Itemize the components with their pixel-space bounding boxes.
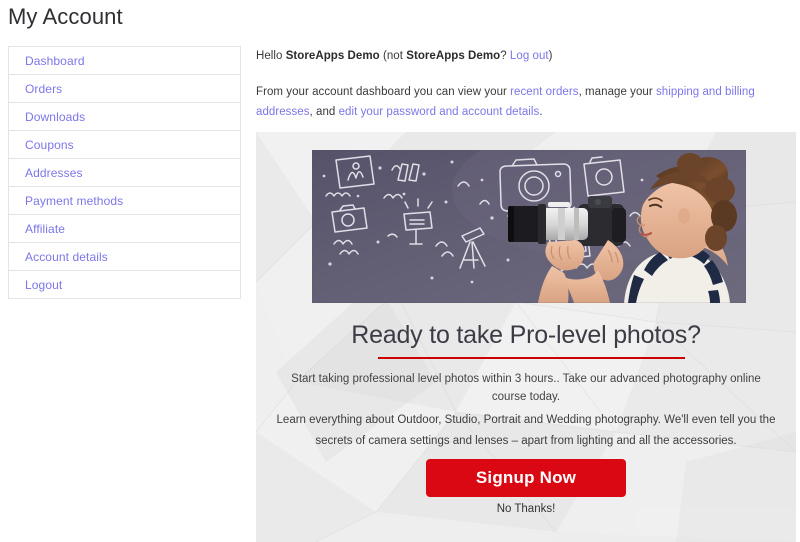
sidebar-item-payment-methods[interactable]: Payment methods	[9, 187, 240, 215]
sidebar-link-affiliate[interactable]: Affiliate	[9, 215, 65, 243]
headline-underline-rule	[378, 357, 685, 359]
photographer-illustration	[312, 150, 746, 303]
greeting-user-name: StoreApps Demo	[285, 50, 380, 62]
log-out-link[interactable]: Log out	[510, 50, 549, 62]
sidebar-link-downloads[interactable]: Downloads	[9, 103, 85, 131]
intro-part-3: , and	[309, 106, 339, 118]
promo-body-text: Learn everything about Outdoor, Studio, …	[276, 414, 776, 447]
page-title: My Account	[8, 4, 123, 29]
edit-password-account-details-link[interactable]: edit your password and account details	[339, 106, 540, 118]
account-page: My Account Dashboard Orders Downloads Co…	[0, 0, 800, 542]
greeting-question: ?	[500, 50, 510, 62]
promo-content: Ready to take Pro-level photos? Start ta…	[256, 132, 796, 542]
sidebar-link-coupons[interactable]: Coupons	[9, 131, 74, 159]
greeting-not-prefix: (not	[379, 50, 407, 62]
greeting-not-user-name: StoreApps Demo	[406, 50, 501, 62]
sidebar-link-addresses[interactable]: Addresses	[9, 159, 83, 187]
account-navigation: Dashboard Orders Downloads Coupons Addre…	[8, 46, 241, 299]
sidebar-item-logout[interactable]: Logout	[9, 271, 240, 299]
sidebar-item-addresses[interactable]: Addresses	[9, 159, 240, 187]
account-content: Hello StoreApps Demo (not StoreApps Demo…	[256, 46, 796, 122]
intro-part-4: .	[539, 106, 543, 118]
intro-part-2: , manage your	[578, 86, 656, 98]
intro-text: From your account dashboard you can view…	[256, 82, 796, 122]
greeting-text: Hello StoreApps Demo (not StoreApps Demo…	[256, 46, 796, 66]
promo-hero-photo	[312, 150, 746, 303]
signup-now-button[interactable]: Signup Now	[426, 459, 626, 497]
sidebar-item-orders[interactable]: Orders	[9, 75, 240, 103]
intro-part-1: From your account dashboard you can view…	[256, 86, 511, 98]
sidebar-link-orders[interactable]: Orders	[9, 75, 62, 103]
greeting-hello: Hello	[256, 50, 286, 62]
sidebar-item-dashboard[interactable]: Dashboard	[9, 47, 240, 75]
no-thanks-link[interactable]: No Thanks!	[256, 503, 796, 515]
sidebar-item-coupons[interactable]: Coupons	[9, 131, 240, 159]
recent-orders-link[interactable]: recent orders	[510, 86, 578, 98]
sidebar-item-downloads[interactable]: Downloads	[9, 103, 240, 131]
sidebar-link-logout[interactable]: Logout	[9, 271, 62, 299]
promo-subtext: Start taking professional level photos w…	[291, 373, 761, 403]
sidebar-item-affiliate[interactable]: Affiliate	[9, 215, 240, 243]
sidebar-link-account-details[interactable]: Account details	[9, 243, 108, 271]
sidebar-link-dashboard[interactable]: Dashboard	[9, 47, 85, 75]
promo-banner: Ready to take Pro-level photos? Start ta…	[256, 132, 796, 542]
promo-headline: Ready to take Pro-level photos?	[351, 321, 701, 349]
sidebar-item-account-details[interactable]: Account details	[9, 243, 240, 271]
greeting-close-paren: )	[548, 50, 553, 62]
sidebar-link-payment-methods[interactable]: Payment methods	[9, 187, 123, 215]
